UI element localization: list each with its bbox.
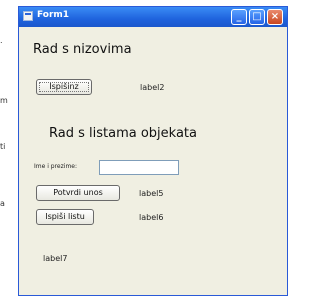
app-icon [23,11,33,21]
confirm-entry-button-label: Potvrdi unos [53,188,103,197]
close-icon: × [270,11,280,22]
minimize-button[interactable]: _ [231,9,247,25]
maximize-button[interactable]: □ [249,9,265,25]
name-input[interactable] [99,160,179,175]
focus-rect [39,82,89,92]
name-label: Ime i prezime: [34,163,77,170]
print-list-button-label: Ispiši listu [45,212,85,221]
label2: label2 [140,83,165,92]
label6: label6 [139,213,164,222]
maximize-icon: □ [252,11,262,22]
section-heading-object-lists: Rad s listama objekata [49,126,197,141]
print-arrays-button[interactable]: Ispišinz [36,79,92,95]
form-window: Form1 _ □ × Rad s nizovima Ispišinz labe… [18,6,288,296]
label7: label7 [43,254,68,263]
background-text-4: a [0,199,5,208]
background-text-1: . [0,36,3,45]
background-text-3: ti [0,142,6,151]
confirm-entry-button[interactable]: Potvrdi unos [36,185,120,201]
section-heading-arrays: Rad s nizovima [33,42,132,57]
label5: label5 [139,189,164,198]
title-bar[interactable]: Form1 _ □ × [19,7,287,27]
window-title: Form1 [37,10,70,20]
background-text-2: m [0,96,8,105]
minimize-icon: _ [236,11,242,22]
print-list-button[interactable]: Ispiši listu [36,209,94,225]
close-button[interactable]: × [267,9,283,25]
